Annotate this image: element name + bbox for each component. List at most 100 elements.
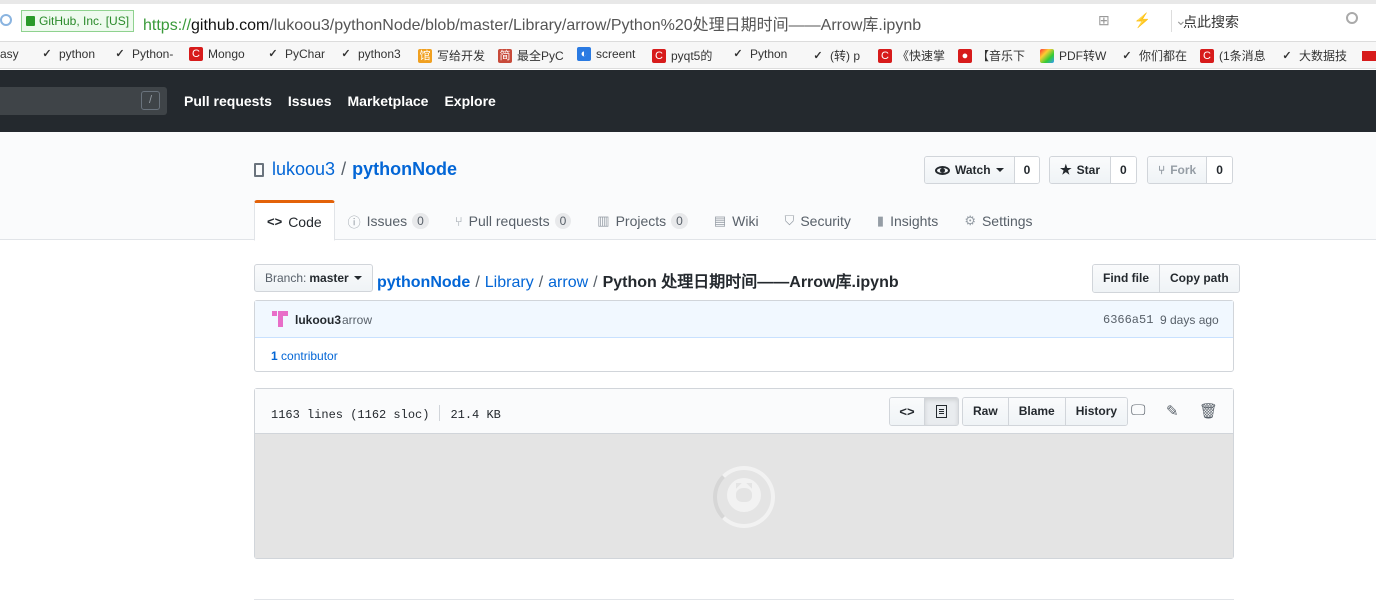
commit-author-link[interactable]: lukoou3 (295, 313, 341, 327)
repo-nav: <> Code ⓘ Issues 0 ⑂ Pull requests 0 ▥ Projects 0 ▤… (254, 200, 1046, 241)
rendered-view-button[interactable] (924, 398, 958, 425)
address-bar-icons[interactable]: ⊞ ⚡ ⌄ (1098, 12, 1197, 29)
bookmark-item[interactable]: ✓ PyChar (266, 47, 325, 61)
bookmark-label: PDF转W (1059, 49, 1107, 63)
commit-message-link[interactable]: arrow (342, 313, 372, 327)
bookmark-item[interactable]: ◐ screent (577, 47, 635, 61)
nav-marketplace[interactable]: Marketplace (348, 93, 429, 109)
bookmark-item[interactable]: ✓ 你们都在 (1120, 47, 1187, 64)
breadcrumb-separator: / (475, 274, 480, 291)
breadcrumb-library[interactable]: Library (485, 274, 534, 291)
contributors-label: contributor (281, 349, 338, 363)
bookmark-item[interactable]: asy (0, 47, 19, 61)
tab-code[interactable]: <> Code (254, 200, 335, 241)
browser-search-input[interactable]: 点此搜索 (1183, 12, 1239, 32)
site-info-icon[interactable] (0, 14, 12, 26)
bookmark-label: Python (750, 47, 788, 61)
bookmark-label: asy (0, 47, 19, 61)
file-actions: Find file Copy path (1092, 264, 1240, 293)
repo-title: lukoou3 / pythonNode (254, 159, 457, 180)
github-search-input[interactable]: / (0, 87, 167, 115)
bookmark-item[interactable]: ✓ python3 (339, 47, 400, 61)
bookmark-item[interactable]: C Mongo (189, 47, 245, 61)
watch-button[interactable]: Watch (925, 157, 1014, 183)
bookmark-item[interactable]: C 《快速掌 (878, 47, 945, 64)
bookmark-item[interactable]: ✓ Python- (113, 47, 173, 61)
bookmark-item[interactable]: 简最全PyC (498, 47, 564, 64)
repo-name-link[interactable]: pythonNode (352, 159, 457, 180)
tab-settings[interactable]: ⚙ Settings (951, 200, 1045, 240)
bookmark-item[interactable]: C (1条消息 (1200, 47, 1266, 64)
file-size: 21.4 KB (450, 408, 501, 422)
bookmark-item[interactable]: ✓ Python (731, 47, 787, 61)
pencil-icon[interactable]: ✎ (1166, 402, 1179, 420)
avatar[interactable] (272, 311, 288, 327)
more-bookmarks-icon[interactable] (1362, 51, 1376, 61)
insights-icon: ▮ (876, 213, 885, 228)
bookmark-item[interactable]: ● 【音乐下 (958, 47, 1025, 64)
tab-label: Pull requests (468, 213, 550, 229)
tab-security[interactable]: ⛉ Security (772, 200, 864, 240)
breadcrumb-root[interactable]: pythonNode (377, 274, 470, 291)
bookmarks-bar: asy ✓ python ✓ Python- C Mongo ✓ PyChar ✓ python3 馆… (0, 42, 1376, 69)
ws-icon: ✓ (1282, 49, 1292, 62)
tab-pull-requests[interactable]: ⑂ Pull requests 0 (442, 200, 584, 240)
star-button[interactable]: ★ Star (1050, 157, 1110, 183)
trash-icon[interactable]: 🗑 (1199, 402, 1218, 420)
file-box: 1163 lines (1162 sloc) 21.4 KB <> Raw Bla… (254, 388, 1234, 559)
watch-count[interactable]: 0 (1013, 157, 1040, 183)
url-field[interactable]: https://github.com/lukoou3/pythonNode/bl… (143, 11, 921, 35)
branch-select-button[interactable]: Branch: master (254, 264, 373, 292)
star-label: Star (1076, 163, 1100, 177)
bookmark-label: pyqt5的 (671, 49, 713, 63)
search-icon[interactable] (1346, 12, 1358, 24)
blame-button[interactable]: Blame (1007, 398, 1065, 425)
commit-sha-link[interactable]: 6366a51 (1103, 313, 1153, 327)
code-view-button[interactable]: <> (890, 398, 924, 425)
repo-header: lukoou3 / pythonNode Watch 0 ★ Star 0 ⑂ Fo… (0, 132, 1376, 241)
tab-issues[interactable]: ⓘ Issues 0 (335, 200, 442, 240)
bookmark-item[interactable]: ✓ python (40, 47, 95, 61)
commit-tease: lukoou3 arrow 6366a51 9 days ago 1 contr… (254, 300, 1234, 372)
bookmark-item[interactable]: Cpyqt5的 (652, 47, 712, 64)
csdn-icon: C (652, 48, 666, 63)
page-divider (254, 599, 1234, 600)
history-button[interactable]: History (1064, 398, 1128, 425)
bookmark-item[interactable]: ✓ (转) p (811, 47, 860, 64)
repo-owner-link[interactable]: lukoou3 (272, 159, 335, 180)
bookmark-item[interactable]: PDF转W (1040, 47, 1106, 64)
zhihu-icon: 馆 (418, 48, 432, 63)
projects-icon: ▥ (597, 213, 610, 228)
tab-label: Projects (615, 213, 667, 229)
copy-path-button[interactable]: Copy path (1159, 265, 1239, 292)
csdn-icon: C (878, 48, 892, 63)
raw-blame-history: Raw Blame History (962, 397, 1129, 426)
star-group: ★ Star 0 (1049, 156, 1137, 184)
breadcrumb-arrow[interactable]: arrow (548, 274, 588, 291)
red-icon: ● (958, 48, 972, 63)
tab-label: Wiki (732, 213, 759, 229)
bookmark-item[interactable]: ✓ 大数据技 (1280, 47, 1347, 64)
star-count[interactable]: 0 (1110, 157, 1136, 183)
jianshu-icon: 简 (498, 48, 512, 63)
nav-explore[interactable]: Explore (444, 93, 495, 109)
nav-issues[interactable]: Issues (288, 93, 332, 109)
desktop-icon[interactable]: 🖵 (1131, 402, 1145, 419)
certificate-badge[interactable]: GitHub, Inc. [US] (21, 10, 135, 32)
contributors-link[interactable]: 1 contributor (271, 349, 338, 363)
tab-insights[interactable]: ▮ Insights (864, 200, 951, 240)
bookmark-label: PyChar (285, 47, 326, 61)
fork-button[interactable]: ⑂ Fork (1148, 157, 1207, 183)
nav-pull-requests[interactable]: Pull requests (184, 93, 272, 109)
bookmark-label: (1条消息 (1219, 49, 1266, 63)
bookmark-item[interactable]: 馆写给开发 (418, 47, 485, 64)
tab-label: Issues (366, 213, 408, 229)
raw-button[interactable]: Raw (963, 398, 1008, 425)
star-icon: ★ (1060, 162, 1072, 177)
tab-wiki[interactable]: ▤ Wiki (701, 200, 772, 240)
tab-projects[interactable]: ▥ Projects 0 (584, 200, 701, 240)
bookmark-label: 【音乐下 (977, 49, 1026, 63)
file-lines: 1163 lines (1162 sloc) (271, 408, 430, 422)
fork-count[interactable]: 0 (1206, 157, 1232, 183)
find-file-button[interactable]: Find file (1093, 265, 1159, 292)
